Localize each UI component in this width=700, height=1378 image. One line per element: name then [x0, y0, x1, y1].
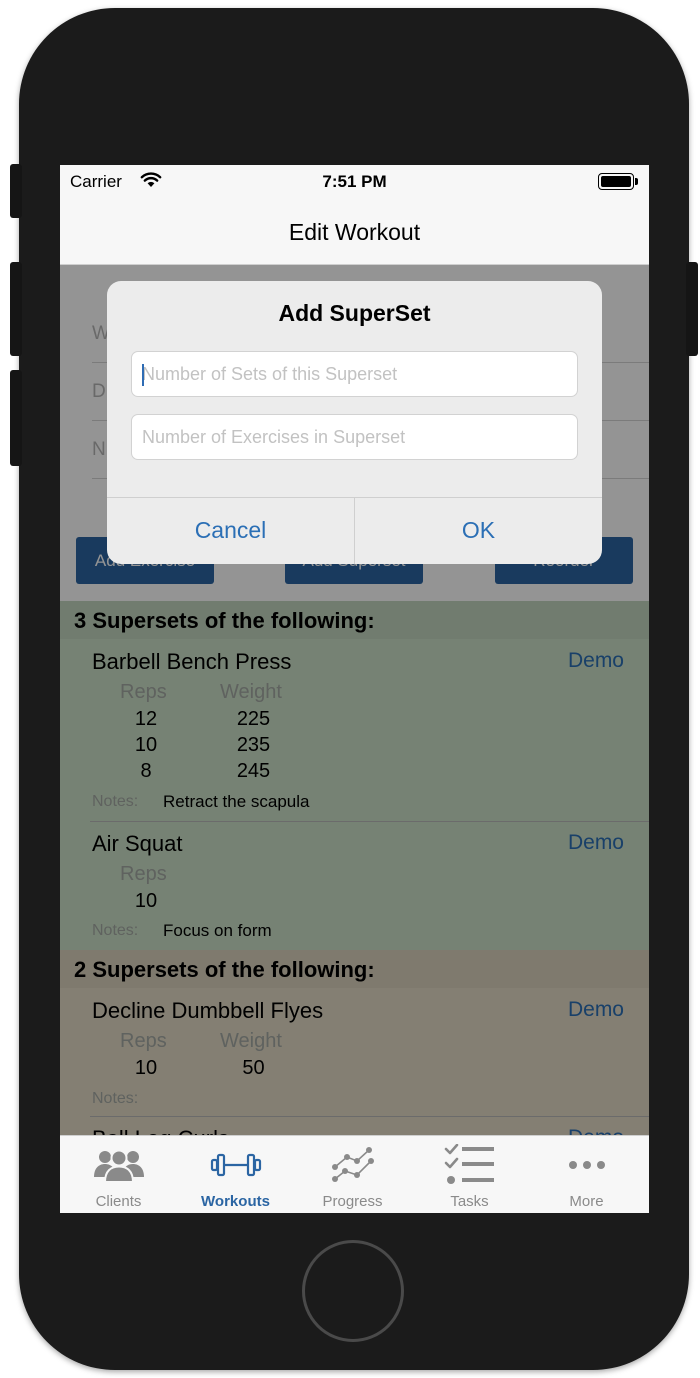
tab-progress[interactable]: Progress: [294, 1136, 411, 1213]
tab-label: More: [569, 1193, 604, 1210]
tab-label: Tasks: [450, 1193, 489, 1210]
cancel-button[interactable]: Cancel: [107, 497, 354, 564]
tab-tasks[interactable]: Tasks: [411, 1136, 528, 1213]
home-button[interactable]: [302, 1240, 404, 1342]
clients-icon: [93, 1149, 144, 1183]
tab-label: Workouts: [201, 1193, 270, 1210]
screen: Carrier 7:51 PM Edit Workout W D N Add E…: [60, 165, 649, 1213]
tab-workouts[interactable]: Workouts: [177, 1136, 294, 1213]
status-time: 7:51 PM: [322, 172, 387, 191]
tab-more[interactable]: More: [528, 1136, 645, 1213]
progress-chart-icon: [331, 1147, 374, 1182]
ok-button[interactable]: OK: [355, 497, 602, 564]
power-button: [686, 262, 698, 356]
text-cursor: [142, 364, 144, 386]
tab-label: Clients: [95, 1193, 142, 1210]
exercises-count-input[interactable]: [131, 414, 578, 460]
dumbbell-icon: [210, 1153, 261, 1177]
tab-clients[interactable]: Clients: [60, 1136, 177, 1213]
battery-icon: [598, 173, 638, 190]
page-title: Edit Workout: [288, 219, 421, 245]
navigation-bar: Edit Workout: [60, 197, 649, 265]
tasks-checklist-icon: [444, 1144, 494, 1184]
volume-up-button: [10, 262, 22, 356]
mute-switch: [10, 164, 22, 218]
volume-down-button: [10, 370, 22, 466]
add-superset-dialog: Add SuperSet Cancel OK: [107, 281, 602, 564]
tab-bar: Clients Workouts Progress Tasks More: [60, 1135, 649, 1213]
more-dots-icon: [568, 1161, 605, 1169]
tab-label: Progress: [322, 1193, 383, 1210]
status-bar: Carrier 7:51 PM: [60, 165, 649, 197]
dialog-title: Add SuperSet: [278, 300, 431, 326]
sets-count-input[interactable]: [131, 351, 578, 397]
